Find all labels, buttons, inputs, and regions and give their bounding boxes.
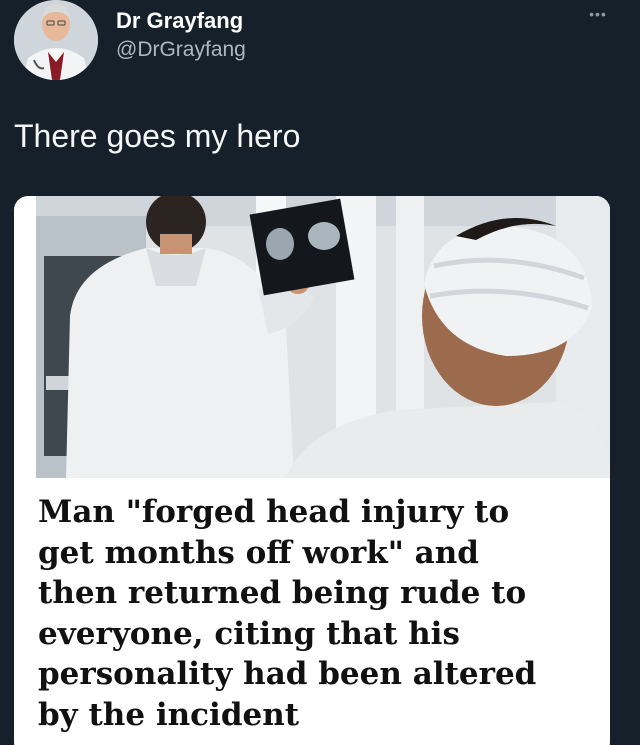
display-name[interactable]: Dr Grayfang [116, 8, 243, 34]
tweet-text: There goes my hero [14, 118, 301, 154]
card-headline[interactable]: Man "forged head injury to get months of… [38, 492, 598, 735]
doctor-portrait-avatar-icon [14, 0, 98, 80]
tweet-header: Dr Grayfang @DrGrayfang ••• [0, 0, 640, 90]
doctor-reviewing-xray-photo-icon [36, 196, 610, 478]
link-card[interactable]: Man "forged head injury to get months of… [14, 196, 610, 745]
more-options-icon[interactable]: ••• [584, 6, 612, 26]
avatar[interactable] [14, 0, 98, 80]
user-handle[interactable]: @DrGrayfang [116, 38, 246, 62]
card-image [36, 196, 610, 478]
